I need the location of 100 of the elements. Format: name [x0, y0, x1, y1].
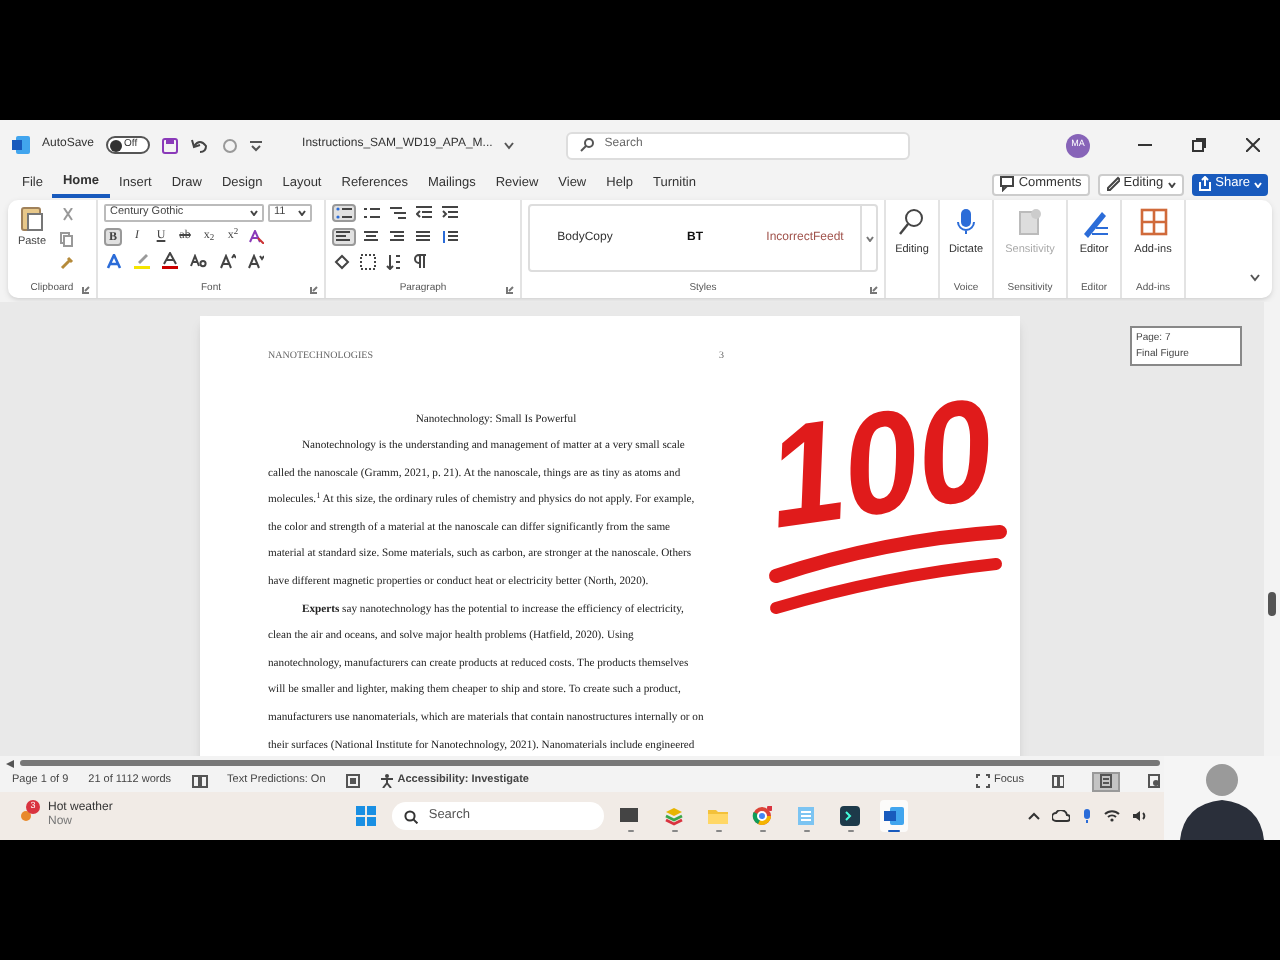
hundred-points-sticker: 100: [764, 340, 1014, 620]
text-effects-button[interactable]: [104, 252, 124, 270]
dialog-launcher-icon[interactable]: [310, 286, 318, 294]
increase-indent-icon: [442, 206, 458, 220]
caret-icon: [298, 210, 306, 216]
terminal-icon: [840, 806, 861, 826]
highlight-icon: [134, 252, 150, 270]
focus-icon: [976, 774, 991, 788]
horizontal-scrollbar[interactable]: [20, 760, 1160, 766]
multilevel-list-icon: [390, 206, 406, 220]
font-color-button[interactable]: [160, 252, 180, 270]
clear-formatting-icon[interactable]: [248, 230, 264, 244]
caret-icon: [250, 210, 258, 216]
decrease-indent-button[interactable]: [414, 204, 434, 222]
book-icon[interactable]: [191, 774, 208, 788]
justify-icon: [416, 230, 432, 244]
word-logo-icon: [884, 806, 905, 826]
align-left-button[interactable]: [332, 228, 356, 246]
align-right-icon: [390, 230, 406, 244]
align-center-icon: [364, 230, 380, 244]
shrink-font-icon: [248, 253, 264, 269]
taskbar-app[interactable]: [880, 800, 909, 832]
book-icon: [1052, 774, 1064, 788]
line-spacing-icon: [442, 230, 458, 244]
page-icon: [1100, 774, 1112, 788]
search-icon: [404, 809, 419, 823]
multilevel-list-button[interactable]: [388, 204, 408, 222]
shading-button[interactable]: [332, 252, 352, 270]
text-effects-icon: [106, 253, 122, 269]
caret-icon: [1254, 181, 1262, 187]
sort-button[interactable]: [384, 252, 404, 270]
wifi-icon[interactable]: [1104, 810, 1121, 822]
dialog-launcher-icon[interactable]: [870, 286, 878, 294]
cloud-icon[interactable]: [1052, 810, 1071, 822]
restore-icon[interactable]: [1192, 138, 1206, 152]
word-logo-icon[interactable]: [12, 136, 30, 154]
dialog-launcher-icon[interactable]: [506, 286, 514, 294]
copy-icon: [60, 231, 74, 247]
font-color-icon: [162, 252, 178, 270]
accessibility-icon: [379, 774, 394, 788]
scroll-thumb[interactable]: [1268, 592, 1276, 616]
copy-button[interactable]: [58, 230, 76, 248]
search-icon: [898, 208, 926, 238]
share-icon: [1197, 176, 1212, 192]
decrease-indent-icon: [416, 206, 432, 220]
web-page-icon: [1148, 774, 1160, 788]
caret-icon: [865, 235, 873, 241]
pilcrow-button[interactable]: [410, 252, 430, 270]
increase-indent-button[interactable]: [440, 204, 460, 222]
layers-icon: [664, 806, 685, 826]
change-case-button[interactable]: [188, 252, 210, 270]
close-icon[interactable]: [1246, 138, 1260, 152]
sort-icon: [386, 253, 402, 269]
shrink-font-button[interactable]: [246, 252, 266, 270]
taskbar-app[interactable]: [836, 800, 865, 832]
save-icon[interactable]: [162, 137, 179, 153]
editing-icon: [1105, 176, 1120, 192]
pen-icon: [1080, 208, 1108, 238]
highlight-button[interactable]: [132, 252, 152, 270]
minimize-icon[interactable]: [1138, 138, 1152, 152]
grow-font-button[interactable]: [218, 252, 238, 270]
format-painter-button[interactable]: [58, 254, 76, 272]
microphone-icon[interactable]: [1082, 808, 1093, 824]
chevron-down-icon[interactable]: [504, 141, 515, 149]
grid-icon: [1139, 208, 1167, 238]
microphone-icon: [952, 208, 980, 238]
search-icon: [580, 138, 595, 152]
cut-button[interactable]: [58, 206, 76, 224]
borders-icon: [360, 253, 376, 269]
grow-font-icon: [220, 253, 236, 269]
bullets-button[interactable]: [332, 204, 356, 222]
dialog-launcher-icon[interactable]: [82, 286, 90, 294]
shading-icon: [334, 253, 350, 269]
align-left-icon: [336, 230, 352, 244]
pilcrow-icon: [412, 253, 428, 269]
speaker-icon[interactable]: [1132, 810, 1149, 822]
collapse-ribbon-icon[interactable]: [1250, 274, 1260, 282]
numbering-icon: [364, 206, 380, 220]
document-icon: [1016, 208, 1044, 238]
cut-icon: [61, 208, 73, 222]
borders-button[interactable]: [358, 252, 378, 270]
bullets-icon: [336, 206, 352, 220]
justify-button[interactable]: [414, 228, 434, 246]
folder-icon: [708, 806, 729, 826]
change-case-icon: [190, 254, 208, 268]
align-right-button[interactable]: [388, 228, 408, 246]
sun-icon: [20, 810, 32, 822]
customize-caret-icon[interactable]: [250, 139, 263, 151]
start-icon[interactable]: [356, 806, 377, 826]
undo-icon[interactable]: [190, 137, 211, 153]
view-button[interactable]: [1092, 771, 1120, 791]
align-center-button[interactable]: [362, 228, 382, 246]
browser-icon: [752, 806, 773, 826]
chevron-up-icon[interactable]: [1028, 812, 1041, 820]
caret-icon: [1167, 181, 1176, 187]
comments-icon: [1000, 176, 1015, 192]
format-painter-icon: [60, 256, 74, 270]
notepad-icon: [796, 806, 817, 826]
taskbar-app[interactable]: [748, 800, 777, 832]
line-spacing-button[interactable]: [440, 228, 460, 246]
